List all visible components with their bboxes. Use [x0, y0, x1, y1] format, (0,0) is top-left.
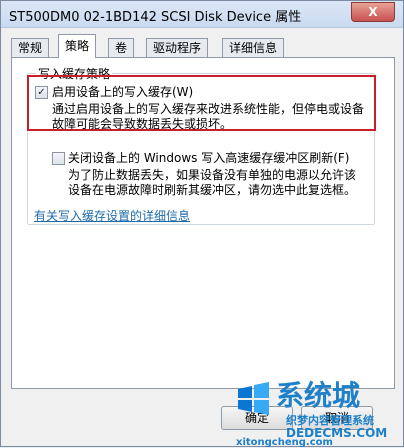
- enable-write-cache-description-1: 通过启用设备上的写入缓存来改进系统性能，但停电或设备: [52, 102, 365, 116]
- windows-logo-icon: [236, 381, 271, 416]
- turn-off-buffer-flushing-label[interactable]: 关闭设备上的 Windows 写入高速缓存缓冲区刷新(F): [68, 150, 349, 166]
- enable-write-cache-description-2: 故障可能会导致数据丢失或损坏。: [52, 117, 233, 131]
- watermark-brand: 系统城: [276, 379, 361, 412]
- policy-panel: 写入缓存策略 ✓ 启用设备上的写入缓存(W) 通过启用设备上的写入缓存来改进系统…: [11, 57, 395, 389]
- turn-off-buffer-flushing-description-2: 设备在电源故障时刷新其缓冲区，请勿选中此复选框。: [68, 183, 357, 197]
- enable-write-cache-label[interactable]: 启用设备上的写入缓存(W): [52, 84, 193, 100]
- title-bar[interactable]: ST500DM0 02-1BD142 SCSI Disk Device 属性 X: [1, 1, 403, 28]
- turn-off-buffer-flushing-checkbox[interactable]: [52, 152, 65, 165]
- window-title: ST500DM0 02-1BD142 SCSI Disk Device 属性: [9, 10, 302, 25]
- properties-window: ST500DM0 02-1BD142 SCSI Disk Device 属性 X…: [0, 0, 404, 448]
- watermark: 系统城 织梦内容管理系统 DEDECMS.COM xitongcheng.com: [236, 381, 404, 448]
- tab-driver[interactable]: 驱动程序: [146, 38, 209, 57]
- tab-volumes[interactable]: 卷: [108, 38, 135, 57]
- tab-details[interactable]: 详细信息: [222, 38, 285, 57]
- enable-write-cache-checkbox[interactable]: ✓: [35, 86, 48, 99]
- tab-policy[interactable]: 策略: [58, 34, 97, 58]
- write-cache-details-link[interactable]: 有关写入缓存设置的详细信息: [34, 208, 190, 224]
- turn-off-buffer-flushing-description-1: 为了防止数据丢失，如果设备没有单独的电源以允许该: [68, 168, 357, 182]
- tab-general[interactable]: 常规: [11, 38, 50, 57]
- close-button[interactable]: X: [351, 2, 395, 22]
